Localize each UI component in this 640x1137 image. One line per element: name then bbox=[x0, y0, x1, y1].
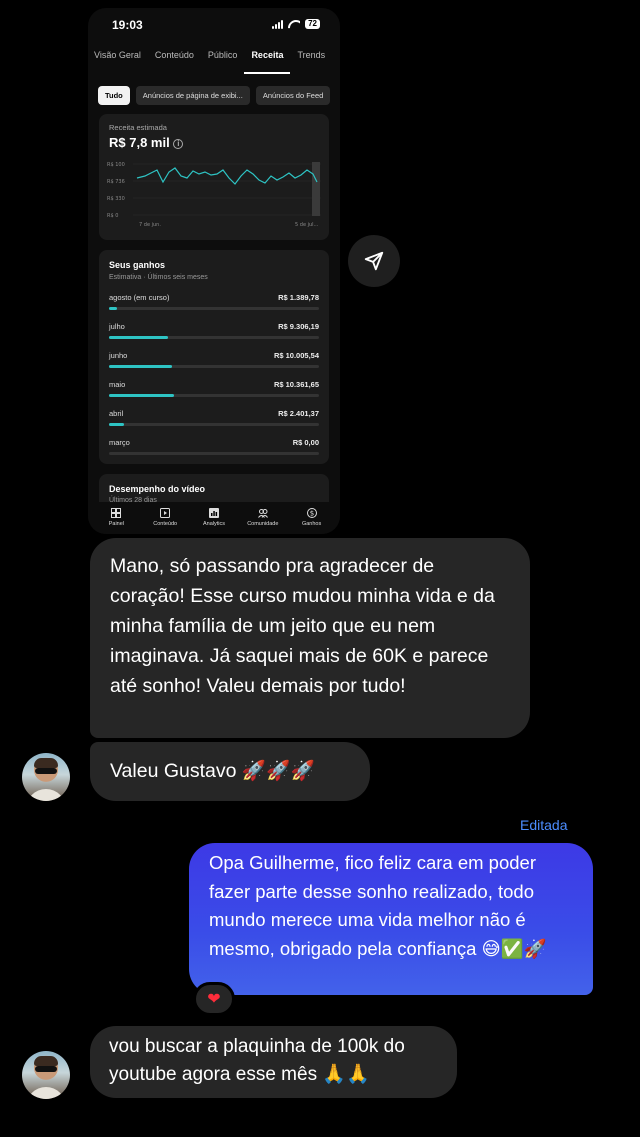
send-icon bbox=[364, 251, 384, 271]
earnings-value: R$ 0,00 bbox=[292, 438, 319, 447]
y-tick-4: R$ 0 bbox=[107, 213, 118, 219]
nav-painel[interactable]: Painel bbox=[93, 502, 139, 534]
dashboard-icon bbox=[111, 508, 122, 518]
earnings-month: julho bbox=[109, 322, 125, 331]
info-icon[interactable]: i bbox=[173, 138, 184, 149]
nav-analytics[interactable]: Analytics bbox=[191, 502, 237, 534]
video-library-icon bbox=[160, 508, 171, 518]
earnings-value: R$ 2.401,37 bbox=[278, 409, 319, 418]
status-bar: 19:03 72 bbox=[88, 8, 340, 42]
earnings-bar bbox=[109, 394, 175, 397]
tab-conteudo[interactable]: Conteúdo bbox=[148, 48, 201, 74]
dollar-icon: $ bbox=[306, 508, 317, 518]
nav-label: Comunidade bbox=[247, 521, 279, 527]
battery-icon: 72 bbox=[305, 19, 320, 29]
tab-receita[interactable]: Receita bbox=[244, 48, 291, 74]
x-tick-2: 5 de jul... bbox=[295, 222, 319, 228]
analytics-icon bbox=[208, 508, 219, 518]
earnings-row: maio R$ 10.361,65 bbox=[109, 380, 319, 400]
earnings-card: Seus ganhos Estimativa · Últimos seis me… bbox=[99, 250, 329, 464]
status-time: 19:03 bbox=[112, 18, 143, 32]
nav-ganhos[interactable]: $ Ganhos bbox=[289, 502, 335, 534]
nav-conteudo[interactable]: Conteúdo bbox=[142, 502, 188, 534]
earnings-row: junho R$ 10.005,54 bbox=[109, 351, 319, 371]
earnings-month: agosto (em curso) bbox=[109, 293, 170, 302]
earnings-bar bbox=[109, 365, 172, 368]
wifi-icon bbox=[288, 20, 300, 29]
avatar[interactable] bbox=[22, 1051, 70, 1099]
earnings-row: abril R$ 2.401,37 bbox=[109, 409, 319, 429]
earnings-value: R$ 10.361,65 bbox=[273, 380, 319, 389]
outgoing-message[interactable]: Opa Guilherme, fico feliz cara em poder … bbox=[189, 843, 593, 995]
tab-trends[interactable]: Trends bbox=[290, 48, 332, 74]
shared-screenshot[interactable]: 19:03 72 Visão Geral Conteúdo Público Re… bbox=[88, 8, 340, 534]
nav-label: Analytics bbox=[202, 521, 225, 527]
revenue-label: Receita estimada bbox=[109, 123, 167, 132]
nav-label: Painel bbox=[108, 521, 125, 527]
chip-anuncios-pagina[interactable]: Anúncios de página de exibi... bbox=[135, 86, 250, 105]
incoming-message[interactable]: Valeu Gustavo 🚀🚀🚀 bbox=[90, 742, 370, 801]
earnings-month: março bbox=[109, 438, 130, 447]
x-tick-1: 7 de jun. bbox=[139, 222, 161, 228]
avatar[interactable] bbox=[22, 753, 70, 801]
tab-publico[interactable]: Público bbox=[201, 48, 245, 74]
signal-icon bbox=[272, 19, 284, 29]
video-card-title: Desempenho do vídeo bbox=[109, 484, 206, 494]
earnings-row: agosto (em curso) R$ 1.389,78 bbox=[109, 293, 319, 313]
earnings-value: R$ 1.389,78 bbox=[278, 293, 319, 302]
y-tick-2: R$ 736 bbox=[107, 179, 125, 185]
heart-icon: ❤ bbox=[207, 991, 221, 1008]
nav-label: Ganhos bbox=[301, 521, 322, 527]
revenue-chart: R$ 100 R$ 736 R$ 330 R$ 0 7 de jun. 5 de… bbox=[107, 162, 321, 228]
bottom-nav: Painel Conteúdo Analytics Comunidade $ G… bbox=[88, 502, 340, 534]
earnings-bar bbox=[109, 336, 168, 339]
y-tick-3: R$ 330 bbox=[107, 196, 125, 202]
nav-comunidade[interactable]: Comunidade bbox=[240, 502, 286, 534]
share-button[interactable] bbox=[348, 235, 400, 287]
revenue-card: Receita estimada R$ 7,8 mil i R$ 100 R$ … bbox=[99, 114, 329, 240]
filter-chips: Tudo Anúncios de página de exibi... Anún… bbox=[98, 86, 331, 105]
incoming-message[interactable]: vou buscar a plaquinha de 100k do youtub… bbox=[90, 1026, 457, 1098]
earnings-row: março R$ 0,00 bbox=[109, 438, 319, 458]
earnings-row: julho R$ 9.306,19 bbox=[109, 322, 319, 342]
earnings-month: maio bbox=[109, 380, 126, 389]
earnings-subtitle: Estimativa · Últimos seis meses bbox=[109, 274, 208, 281]
y-tick-1: R$ 100 bbox=[107, 162, 125, 168]
earnings-value: R$ 9.306,19 bbox=[278, 322, 319, 331]
earnings-bar bbox=[109, 423, 124, 426]
earnings-value: R$ 10.005,54 bbox=[273, 351, 319, 360]
earnings-month: abril bbox=[109, 409, 124, 418]
svg-text:$: $ bbox=[309, 510, 313, 518]
chart-scrubber[interactable] bbox=[312, 162, 320, 216]
chip-tudo[interactable]: Tudo bbox=[98, 86, 130, 105]
chip-anuncios-feed[interactable]: Anúncios do Feed bbox=[255, 86, 331, 105]
community-icon bbox=[257, 509, 268, 518]
heart-reaction[interactable]: ❤ bbox=[193, 982, 235, 1016]
incoming-message[interactable]: Mano, só passando pra agradecer de coraç… bbox=[90, 538, 530, 738]
tab-visao-geral[interactable]: Visão Geral bbox=[88, 48, 148, 74]
earnings-title: Seus ganhos bbox=[109, 260, 166, 270]
earnings-bar bbox=[109, 307, 118, 310]
earnings-month: junho bbox=[109, 351, 128, 360]
revenue-value: R$ 7,8 mil i bbox=[109, 135, 184, 150]
revenue-line bbox=[136, 167, 318, 185]
nav-label: Conteúdo bbox=[153, 521, 178, 527]
status-icons: 72 bbox=[272, 19, 320, 29]
edited-label: Editada bbox=[520, 817, 568, 833]
analytics-tabs: Visão Geral Conteúdo Público Receita Tre… bbox=[88, 48, 340, 76]
